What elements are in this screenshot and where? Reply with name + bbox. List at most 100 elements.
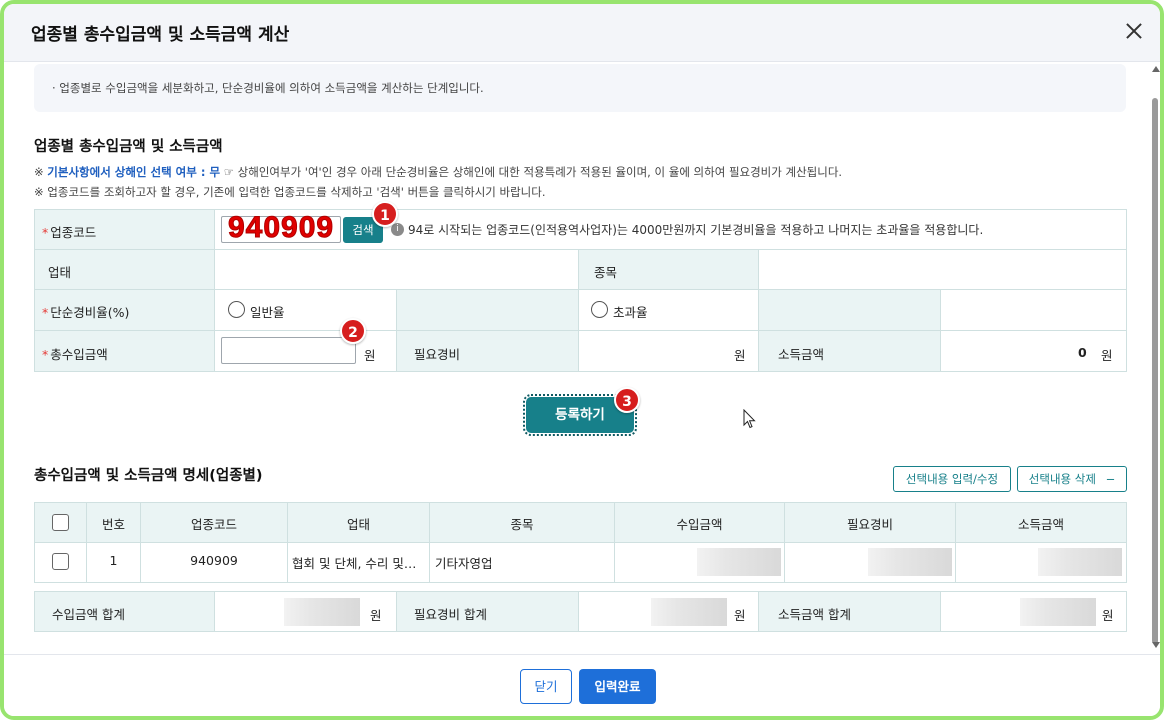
grid-line bbox=[34, 631, 1127, 632]
grid-line bbox=[940, 591, 941, 631]
delete-selected-label: 선택내용 삭제 bbox=[1028, 472, 1096, 486]
scrollbar[interactable] bbox=[1150, 62, 1160, 652]
note-highlight: 기본사항에서 상해인 선택 여부 : 무 bbox=[47, 165, 221, 179]
step-badge-3: 3 bbox=[614, 387, 640, 413]
row-no: 1 bbox=[109, 553, 118, 568]
complete-button[interactable]: 입력완료 bbox=[579, 669, 656, 704]
note-search-hint: ※ 업종코드를 조회하고자 할 경우, 기존에 입력한 업종코드를 삭제하고 '… bbox=[34, 185, 546, 199]
required-mark: * bbox=[42, 347, 49, 362]
grid-line bbox=[34, 371, 1127, 372]
total-expense-label: 필요경비 합계 bbox=[414, 607, 487, 622]
delete-selected-button[interactable]: 선택내용 삭제 − bbox=[1017, 466, 1127, 492]
header-item: 종목 bbox=[510, 517, 534, 532]
header-revenue: 수입금액 bbox=[676, 517, 723, 532]
edit-selected-button[interactable]: 선택내용 입력/수정 bbox=[893, 466, 1011, 492]
cell-rate-general-value bbox=[396, 289, 578, 330]
notice-box: · 업종별로 수입금액을 세분화하고, 단순경비율에 의하여 소득금액을 계산하… bbox=[34, 64, 1126, 112]
grid-line bbox=[578, 249, 579, 371]
grid-line bbox=[34, 542, 1127, 543]
row-revenue-redacted bbox=[697, 548, 781, 576]
note-disabled-status: ※ 기본사항에서 상해인 선택 여부 : 무 ☞ 상해인여부가 '여'인 경우 … bbox=[34, 164, 842, 180]
code-input-value: 940909 bbox=[227, 211, 335, 245]
close-button[interactable]: 닫기 bbox=[520, 669, 572, 704]
header-expense: 필요경비 bbox=[846, 517, 893, 532]
row-expense-redacted bbox=[868, 548, 952, 576]
dialog-title: 업종별 총수입금액 및 소득금액 계산 bbox=[31, 25, 290, 45]
scroll-thumb[interactable] bbox=[1152, 98, 1158, 644]
header-no: 번호 bbox=[101, 517, 125, 532]
row-item: 기타자영업 bbox=[435, 556, 493, 571]
note-prefix: ※ bbox=[34, 165, 48, 179]
section-title-detail: 총수입금액 및 소득금액 명세(업종별) bbox=[34, 468, 263, 484]
expense-unit: 원 bbox=[734, 348, 746, 363]
business-label: 업태 bbox=[48, 265, 72, 280]
total-revenue-label: 수입금액 합계 bbox=[52, 607, 125, 622]
grid-line bbox=[34, 209, 35, 371]
rate-general-radio[interactable] bbox=[228, 301, 245, 318]
grid-line bbox=[34, 502, 35, 582]
rate-general-label: 일반율 bbox=[250, 305, 285, 320]
step-badge-2: 2 bbox=[340, 318, 366, 344]
scroll-up-arrow-icon[interactable] bbox=[1152, 66, 1160, 72]
grid-line bbox=[396, 591, 397, 631]
grid-line bbox=[34, 249, 1127, 250]
row-checkbox[interactable] bbox=[52, 553, 69, 570]
total-revenue-unit: 원 bbox=[370, 608, 382, 623]
header-income: 소득금액 bbox=[1017, 517, 1064, 532]
grid-line bbox=[578, 591, 579, 631]
dialog-frame: 업종별 총수입금액 및 소득금액 계산 · 업종별로 수입금액을 세분화하고, … bbox=[0, 0, 1164, 720]
code-label: * 업종코드 bbox=[42, 222, 96, 241]
grid-line bbox=[1126, 591, 1127, 631]
select-all-checkbox[interactable] bbox=[52, 514, 69, 531]
grid-line bbox=[34, 582, 1127, 583]
grid-line bbox=[34, 330, 1127, 331]
code-label-text: 업종코드 bbox=[50, 225, 97, 240]
info-icon: i bbox=[391, 223, 404, 236]
total-expense-unit: 원 bbox=[734, 608, 746, 623]
close-icon[interactable] bbox=[1120, 18, 1148, 46]
total-expense-redacted bbox=[651, 598, 727, 626]
header-code: 업종코드 bbox=[190, 517, 237, 532]
revenue-label-text: 총수입금액 bbox=[50, 347, 108, 362]
revenue-label: * 총수입금액 bbox=[42, 344, 108, 363]
row-income-redacted bbox=[1038, 548, 1122, 576]
total-income-redacted bbox=[1020, 598, 1096, 626]
total-revenue-redacted bbox=[284, 598, 360, 626]
row-business: 협회 및 단체, 수리 및… bbox=[292, 556, 417, 571]
code-info-text: 94로 시작되는 업종코드(인적용역사업자)는 4000만원까지 기본경비율을 … bbox=[408, 223, 984, 237]
row-code: 940909 bbox=[190, 553, 238, 568]
grid-line bbox=[758, 591, 759, 631]
header-business: 업태 bbox=[346, 517, 370, 532]
required-mark: * bbox=[42, 225, 49, 240]
rate-excess-label: 초과율 bbox=[613, 305, 648, 320]
dialog-header: 업종별 총수입금액 및 소득금액 계산 bbox=[4, 4, 1160, 62]
notice-text: · 업종별로 수입금액을 세분화하고, 단순경비율에 의하여 소득금액을 계산하… bbox=[52, 81, 484, 95]
rate-excess-radio[interactable] bbox=[591, 301, 608, 318]
grid-line bbox=[1126, 502, 1127, 582]
step-badge-1: 1 bbox=[372, 201, 398, 227]
item-label: 종목 bbox=[594, 265, 618, 280]
income-unit: 원 bbox=[1101, 348, 1113, 363]
grid-line bbox=[940, 289, 941, 371]
note-rest: ☞ 상해인여부가 '여'인 경우 아래 단순경비율은 상해인에 대한 적용특례가… bbox=[220, 165, 843, 179]
grid-line bbox=[1126, 209, 1127, 371]
revenue-input[interactable] bbox=[221, 337, 356, 364]
rate-label-text: 단순경비율(%) bbox=[50, 305, 130, 320]
revenue-unit: 원 bbox=[364, 348, 376, 363]
grid-line bbox=[34, 209, 1127, 210]
grid-line bbox=[34, 591, 1127, 592]
section-title-income: 업종별 총수입금액 및 소득금액 bbox=[34, 139, 223, 155]
scroll-down-arrow-icon[interactable] bbox=[1152, 642, 1160, 648]
grid-line bbox=[396, 289, 397, 371]
minus-icon: − bbox=[1105, 472, 1116, 486]
rate-label: * 단순경비율(%) bbox=[42, 302, 129, 321]
cell-rate-excess-value bbox=[758, 289, 940, 330]
grid-line bbox=[214, 209, 215, 371]
total-income-label: 소득금액 합계 bbox=[778, 607, 851, 622]
required-mark: * bbox=[42, 305, 49, 320]
grid-line bbox=[34, 591, 35, 631]
total-income-unit: 원 bbox=[1102, 608, 1114, 623]
grid-line bbox=[34, 289, 1127, 290]
mouse-cursor-icon bbox=[743, 409, 756, 429]
expense-label: 필요경비 bbox=[414, 347, 461, 362]
